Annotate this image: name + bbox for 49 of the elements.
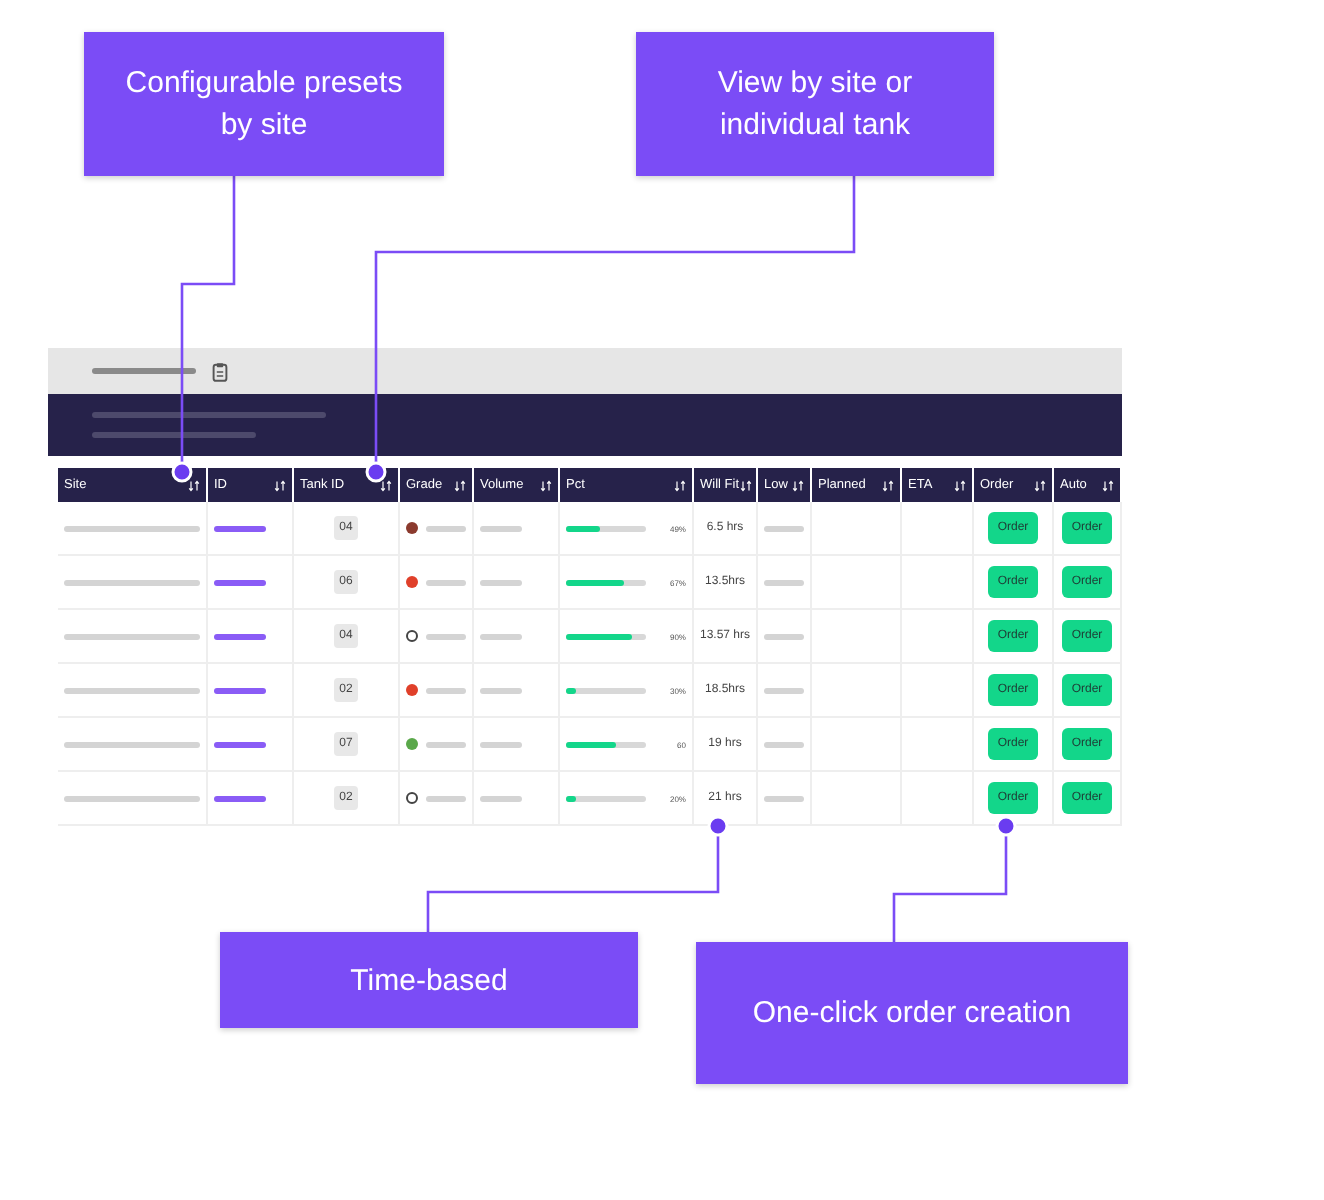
- placeholder-bar: [64, 633, 200, 639]
- placeholder-bar: [426, 579, 466, 585]
- sort-icon: [540, 479, 552, 491]
- placeholder-bar: [480, 579, 522, 585]
- placeholder-bar: [426, 741, 466, 747]
- placeholder-bar: [92, 368, 196, 374]
- id-bar: [214, 795, 266, 801]
- sort-icon: [674, 479, 686, 491]
- sort-icon: [380, 479, 392, 491]
- callout-box: Configurable presets by site: [84, 32, 444, 176]
- placeholder-bar: [426, 795, 466, 801]
- leader-line: [892, 815, 1017, 942]
- sort-icon: [792, 479, 804, 491]
- callout-box: Time-based: [220, 932, 638, 1028]
- placeholder-bar: [764, 741, 804, 747]
- placeholder-bar: [764, 579, 804, 585]
- placeholder-bar: [480, 687, 522, 693]
- placeholder-bar: [480, 795, 522, 801]
- placeholder-bar: [764, 525, 804, 531]
- callout-box: View by site or individual tank: [636, 32, 994, 176]
- placeholder-bar: [764, 795, 804, 801]
- sort-icon: [1102, 479, 1114, 491]
- sort-icon: [739, 479, 751, 491]
- placeholder-bar: [64, 741, 200, 747]
- id-bar: [214, 579, 266, 585]
- sort-icon: [454, 479, 466, 491]
- id-bar: [214, 525, 266, 531]
- placeholder-bar: [480, 741, 522, 747]
- sort-icon: [882, 479, 894, 491]
- id-bar: [214, 633, 266, 639]
- placeholder-bar: [480, 633, 522, 639]
- placeholder-bar: [764, 633, 804, 639]
- clipboard-icon: [212, 361, 228, 381]
- id-bar: [214, 687, 266, 693]
- sort-icon: [954, 479, 966, 491]
- placeholder-bar: [64, 687, 200, 693]
- placeholder-bar: [64, 795, 200, 801]
- placeholder-bar: [764, 687, 804, 693]
- placeholder-bar: [64, 579, 200, 585]
- placeholder-bar: [64, 525, 200, 531]
- id-bar: [214, 741, 266, 747]
- placeholder-bar: [426, 525, 466, 531]
- callout-box: One-click order creation: [696, 942, 1128, 1084]
- sort-icon: [274, 479, 286, 491]
- placeholder-bar: [480, 525, 522, 531]
- placeholder-bar: [426, 633, 466, 639]
- placeholder-bar: [426, 687, 466, 693]
- sort-icon: [188, 479, 200, 491]
- sort-icon: [1034, 479, 1046, 491]
